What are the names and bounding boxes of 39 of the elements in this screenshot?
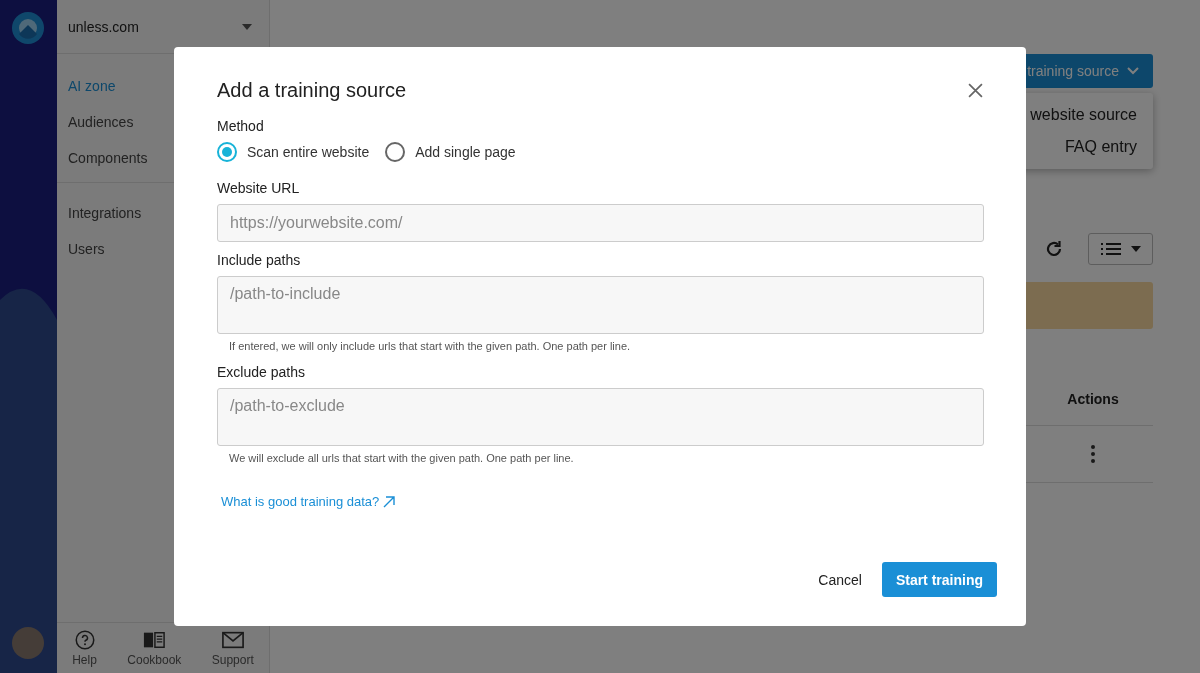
- training-data-link[interactable]: What is good training data?: [221, 494, 396, 509]
- footer-link[interactable]: Help: [72, 629, 97, 667]
- field-label: Method: [217, 118, 265, 134]
- field-hint: If entered, we will only include urls that start with the given path. One path per line.: [229, 340, 632, 352]
- column-header: Actions: [1066, 391, 1120, 409]
- radio-button[interactable]: [385, 142, 406, 162]
- caret-icon: [1130, 246, 1141, 252]
- list-icon: [1100, 243, 1121, 255]
- help-icon: [73, 629, 96, 650]
- more-options-icon[interactable]: [1091, 445, 1095, 463]
- field-label: Exclude paths: [217, 364, 306, 380]
- view-dropdown[interactable]: [1088, 233, 1153, 265]
- envelope-icon: [221, 629, 244, 650]
- caret-icon: [242, 23, 252, 30]
- paths-field[interactable]: /path-to-include: [217, 276, 984, 334]
- refresh-icon[interactable]: [1044, 239, 1064, 259]
- nav-item[interactable]: Components: [57, 140, 159, 176]
- paths-field[interactable]: /path-to-exclude: [217, 388, 984, 446]
- chevron-down-icon: [1127, 67, 1139, 75]
- field-label: Website URL: [217, 180, 301, 196]
- footer-link[interactable]: Cookbook: [127, 629, 182, 667]
- footer-link[interactable]: Support: [211, 629, 254, 667]
- radio-button[interactable]: [217, 142, 237, 162]
- nav-item[interactable]: Audiences: [57, 104, 145, 140]
- url-field[interactable]: https://yourwebsite.com/: [217, 204, 984, 242]
- external-arrow-icon: [383, 495, 396, 508]
- nav-item[interactable]: Integrations: [57, 195, 153, 231]
- field-hint: We will exclude all urls that start with the given path. One path per line.: [229, 452, 575, 464]
- field-label: Include paths: [217, 252, 302, 268]
- close-icon[interactable]: [968, 83, 983, 98]
- dialog-title: Add a training source: [217, 79, 406, 102]
- nav-item[interactable]: Users: [57, 231, 116, 267]
- start-training-button[interactable]: Start training: [881, 562, 997, 597]
- cancel-button[interactable]: Cancel: [814, 563, 866, 596]
- book-icon: [143, 629, 166, 650]
- logo-icon: [12, 12, 44, 44]
- radio-option[interactable]: Scan entire website: [217, 142, 370, 162]
- radio-option[interactable]: Add single page: [385, 142, 516, 162]
- nav-item[interactable]: AI zone: [57, 68, 127, 104]
